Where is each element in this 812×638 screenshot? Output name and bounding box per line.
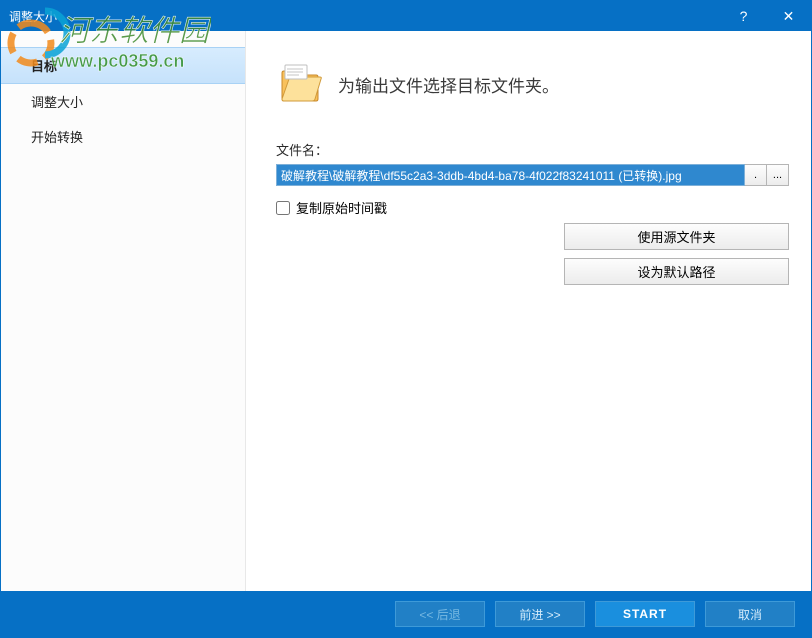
sidebar-item-label: 调整大小 <box>31 95 83 110</box>
window-title: 调整大小 <box>9 8 57 25</box>
sidebar-item-resize[interactable]: 调整大小 <box>1 84 245 119</box>
folder-icon <box>276 59 324 110</box>
heading-row: 为输出文件选择目标文件夹。 <box>276 59 789 110</box>
filename-label: 文件名： <box>276 140 789 159</box>
copy-timestamp-label: 复制原始时间戳 <box>296 198 387 217</box>
sidebar-item-convert[interactable]: 开始转换 <box>1 119 245 154</box>
copy-timestamp-checkbox[interactable] <box>276 201 290 215</box>
window-controls: ? ✕ <box>721 1 811 31</box>
help-button[interactable]: ? <box>721 1 766 31</box>
set-default-path-button[interactable]: 设为默认路径 <box>564 258 789 285</box>
sidebar-item-label: 开始转换 <box>31 130 83 145</box>
back-button[interactable]: << 后退 <box>395 601 485 627</box>
sidebar-item-target[interactable]: 目标 <box>1 47 245 84</box>
next-button[interactable]: 前进 >> <box>495 601 585 627</box>
path-row: . ... <box>276 164 789 186</box>
content-panel: 为输出文件选择目标文件夹。 文件名： . ... 复制原始时间戳 使用源文件夹 … <box>246 31 811 591</box>
sidebar-item-label: 目标 <box>31 59 57 74</box>
browse-button[interactable]: ... <box>767 164 789 186</box>
copy-timestamp-row[interactable]: 复制原始时间戳 <box>276 198 789 217</box>
cancel-button[interactable]: 取消 <box>705 601 795 627</box>
footer: << 后退 前进 >> START 取消 <box>1 591 811 637</box>
sidebar: 目标 调整大小 开始转换 <box>1 31 246 591</box>
titlebar: 调整大小 ? ✕ <box>1 1 811 31</box>
main-area: 目标 调整大小 开始转换 为输出文件选择目标文件夹。 文件名： . <box>1 31 811 591</box>
page-heading: 为输出文件选择目标文件夹。 <box>338 72 559 97</box>
close-button[interactable]: ✕ <box>766 1 811 31</box>
filename-input[interactable] <box>276 164 745 186</box>
path-dot-button[interactable]: . <box>745 164 767 186</box>
start-button[interactable]: START <box>595 601 695 627</box>
use-source-folder-button[interactable]: 使用源文件夹 <box>564 223 789 250</box>
